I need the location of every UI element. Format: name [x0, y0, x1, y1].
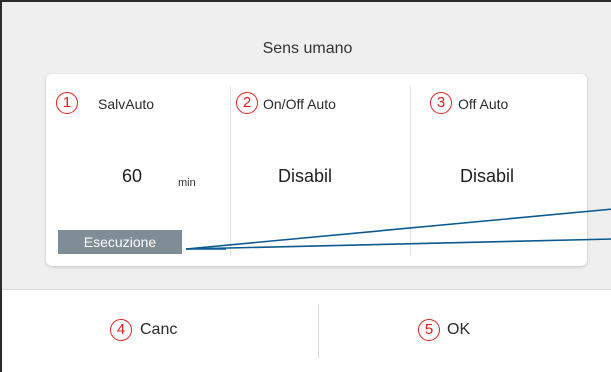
setting-off-auto-label: Off Auto: [458, 96, 509, 112]
settings-panel: 1 SalvAuto 60 min Esecuzione 2 On/Off Au…: [46, 74, 587, 266]
ok-button[interactable]: 5 OK: [319, 290, 611, 372]
button-bar: 4 Canc 5 OK: [2, 289, 611, 372]
setting-onoff-auto-value: Disabil: [278, 166, 333, 186]
cancel-button-label: Canc: [140, 321, 178, 338]
marker-2: 2: [236, 92, 258, 114]
setting-salvauto-unit: min: [178, 177, 196, 189]
marker-3: 3: [430, 92, 452, 114]
execute-button[interactable]: Esecuzione: [58, 230, 182, 254]
dialog-title: Sens umano: [262, 40, 353, 57]
setting-off-auto-value: Disabil: [460, 166, 515, 186]
marker-4: 4: [110, 319, 132, 341]
ok-button-label: OK: [447, 321, 471, 338]
setting-onoff-auto[interactable]: 2 On/Off Auto Disabil: [230, 74, 410, 266]
setting-salvauto-value: 60: [122, 166, 143, 186]
setting-onoff-auto-label: On/Off Auto: [263, 96, 336, 112]
marker-1: 1: [56, 92, 78, 114]
setting-salvauto-label: SalvAuto: [98, 96, 155, 112]
setting-off-auto[interactable]: 3 Off Auto Disabil: [410, 74, 587, 266]
cancel-button[interactable]: 4 Canc: [4, 290, 318, 372]
marker-5: 5: [418, 319, 440, 341]
sensor-dialog: Sens umano 1 SalvAuto 60 min Esecuzione …: [0, 0, 611, 372]
setting-salvauto[interactable]: 1 SalvAuto 60 min Esecuzione: [46, 74, 230, 266]
